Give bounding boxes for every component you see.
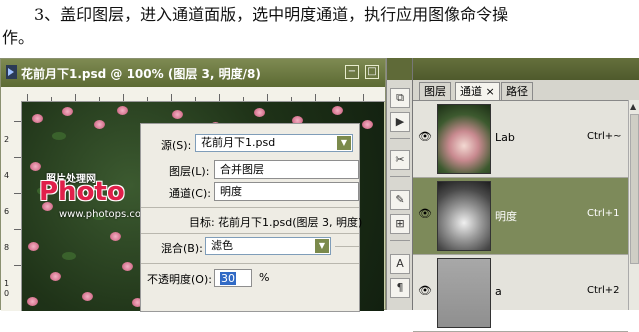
layer-label: 图层(L): [169,165,210,178]
opacity-label: 不透明度(O): [147,273,212,286]
channel-thumbnail [437,258,491,328]
ruler-number: 6 [4,207,10,216]
apply-image-dialog: 源(S): 花前月下1.psd ▼ 图层(L): 合并图层 通道(C): 明度 … [140,123,363,312]
opacity-value: 30 [220,272,236,285]
ruler-number: 0 [4,289,10,298]
tools-preset-icon[interactable]: ✂ [390,150,410,170]
minimize-button[interactable]: − [345,65,359,79]
photoshop-doc-icon [6,65,17,79]
channel-thumbnail [437,181,491,251]
watermark-logo: Photo [39,177,125,207]
ruler-number: 8 [4,243,10,252]
divider [141,263,359,264]
chevron-down-icon: ▼ [337,136,351,150]
eye-icon[interactable]: 👁 [418,208,432,220]
blending-value: 滤色 [211,239,233,252]
blending-label: 混合(B): [161,242,203,255]
panel-dock-strip: ⧉ ▶ ✂ ✎ ⊞ A ¶ [386,58,413,310]
eye-icon[interactable]: 👁 [418,285,432,297]
opacity-input[interactable]: 30 [214,269,252,287]
actions-icon[interactable]: ▶ [390,112,410,132]
channel-name: 明度 [495,210,517,223]
ruler-number: 1 [4,279,10,288]
document-title: 花前月下1.psd @ 100% (图层 3, 明度/8) [21,67,261,81]
ruler-vertical: 2 4 6 8 1 0 [1,101,22,311]
target-value: 花前月下1.psd(图层 3, 明度) [218,216,363,229]
blending-select[interactable]: 滤色 ▼ [205,237,331,255]
channel-name: Lab [495,131,515,144]
target-label: 目标: [189,216,215,229]
dock-header [387,58,413,80]
instruction-line-2: 作。 [2,28,35,47]
channels-scrollbar[interactable]: ▲ [628,100,639,310]
channel-row-a[interactable]: 👁 a Ctrl+2 [413,255,628,332]
opacity-unit: % [259,271,270,284]
ruler-horizontal [1,87,385,102]
source-select[interactable]: 花前月下1.psd ▼ [195,134,353,152]
panel-tabs: 图层 通道 × 路径 [413,80,639,101]
maximize-button[interactable]: □ [365,65,379,79]
instruction-line-1: 3、盖印图层，进入通道面版，选中明度通道，执行应用图像命令操 [34,5,509,24]
chevron-down-icon: ▼ [315,239,329,253]
ruler-number: 2 [4,135,10,144]
instruction-text: 3、盖印图层，进入通道面版，选中明度通道，执行应用图像命令操 作。 [0,0,639,58]
clone-source-icon[interactable]: ⊞ [390,214,410,234]
channel-label: 通道(C): [169,187,211,200]
character-icon[interactable]: A [390,254,410,274]
tab-channels[interactable]: 通道 × [455,82,500,100]
channel-row-lightness[interactable]: 👁 明度 Ctrl+1 [413,178,628,255]
channel-row-lab[interactable]: 👁 Lab Ctrl+~ [413,101,628,178]
divider [141,233,359,234]
document-titlebar[interactable]: 花前月下1.psd @ 100% (图层 3, 明度/8) − □ [1,59,385,87]
channels-panel: 图层 通道 × 路径 👁 Lab Ctrl+~ 👁 明度 Ctrl+1 👁 a … [412,58,639,332]
channel-shortcut: Ctrl+1 [587,208,620,219]
watermark-url: www.photops.com [59,209,151,220]
source-label: 源(S): [161,139,192,152]
scroll-up-icon[interactable]: ▲ [630,102,636,111]
layer-select[interactable]: 合并图层 [214,160,359,179]
channel-name: a [495,285,502,298]
channel-shortcut: Ctrl+~ [587,131,622,142]
history-icon[interactable]: ⧉ [390,88,410,108]
source-value: 花前月下1.psd [201,136,276,149]
brushes-icon[interactable]: ✎ [390,190,410,210]
tab-paths[interactable]: 路径 [501,82,533,100]
divider [335,246,359,247]
divider [141,207,359,208]
eye-icon[interactable]: 👁 [418,131,432,143]
tab-layers[interactable]: 图层 [419,82,451,100]
channel-select[interactable]: 明度 [214,182,359,201]
panel-titlebar[interactable] [413,58,639,80]
channel-shortcut: Ctrl+2 [587,285,620,296]
ruler-number: 4 [4,171,10,180]
channel-thumbnail [437,104,491,174]
scrollbar-thumb[interactable] [630,114,639,264]
paragraph-icon[interactable]: ¶ [390,278,410,298]
